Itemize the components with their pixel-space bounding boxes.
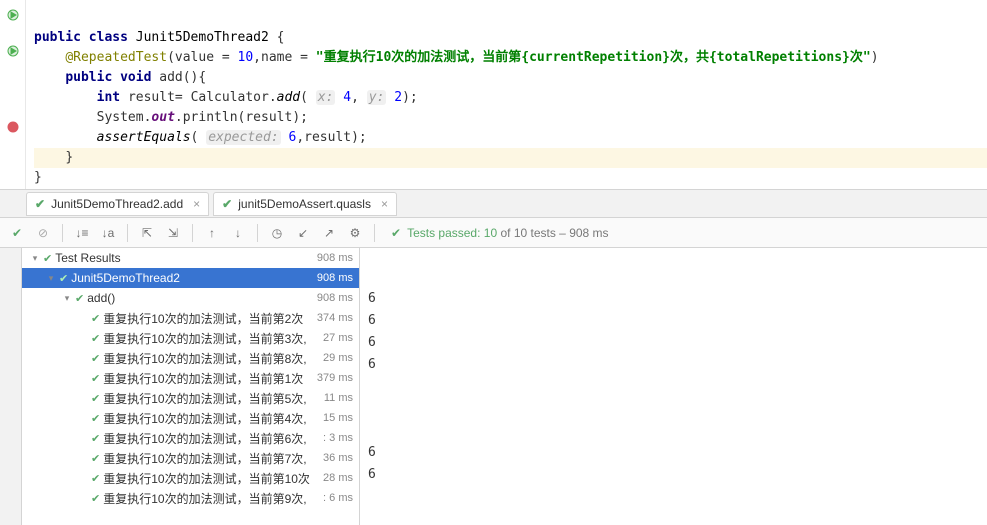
tree-test-item[interactable]: ✔重复执行10次的加法测试，当前第7次,36 ms <box>22 448 359 468</box>
next-button[interactable]: ↓ <box>227 222 249 244</box>
tree-test-item[interactable]: ✔重复执行10次的加法测试，当前第1次379 ms <box>22 368 359 388</box>
import-button[interactable]: ↙ <box>292 222 314 244</box>
tree-test-item[interactable]: ✔重复执行10次的加法测试，当前第3次,27 ms <box>22 328 359 348</box>
pass-icon: ✔ <box>91 472 100 485</box>
breakpoint-icon[interactable] <box>6 120 20 134</box>
test-tree[interactable]: ▾ ✔ Test Results 908 ms ▾ ✔ Junit5DemoTh… <box>22 248 360 525</box>
pass-icon: ✔ <box>59 272 68 285</box>
chevron-down-icon[interactable]: ▾ <box>46 273 56 284</box>
pass-icon: ✔ <box>75 292 84 305</box>
show-ignored-button[interactable]: ⊘ <box>32 222 54 244</box>
pass-icon: ✔ <box>91 492 100 505</box>
pass-icon: ✔ <box>43 252 52 265</box>
run-class-icon[interactable] <box>6 8 20 22</box>
pass-icon: ✔ <box>91 452 100 465</box>
chevron-down-icon[interactable]: ▾ <box>30 253 40 264</box>
tab-label: junit5DemoAssert.quasls <box>238 197 371 211</box>
tool-window-handle[interactable] <box>0 248 22 525</box>
console-output[interactable]: 666666 <box>360 248 987 525</box>
pass-icon: ✔ <box>222 197 232 211</box>
settings-button[interactable]: ⚙ <box>344 222 366 244</box>
pass-icon: ✔ <box>35 197 45 211</box>
run-test-icon[interactable] <box>6 44 20 58</box>
tab-label: Junit5DemoThread2.add <box>51 197 183 211</box>
tree-test-item[interactable]: ✔重复执行10次的加法测试，当前第8次,29 ms <box>22 348 359 368</box>
pass-icon: ✔ <box>91 432 100 445</box>
pass-icon: ✔ <box>91 392 100 405</box>
code-area[interactable]: public class Junit5DemoThread2 { @Repeat… <box>0 0 987 196</box>
history-button[interactable]: ◷ <box>266 222 288 244</box>
pass-icon: ✔ <box>91 332 100 345</box>
test-status: ✔ Tests passed: 10 of 10 tests – 908 ms <box>391 226 609 240</box>
export-button[interactable]: ↗ <box>318 222 340 244</box>
chevron-down-icon[interactable]: ▾ <box>62 293 72 304</box>
tree-class[interactable]: ▾ ✔ Junit5DemoThread2 908 ms <box>22 268 359 288</box>
pass-icon: ✔ <box>391 226 401 240</box>
close-icon[interactable]: × <box>193 197 200 211</box>
tree-test-item[interactable]: ✔重复执行10次的加法测试，当前第4次,15 ms <box>22 408 359 428</box>
tree-test-item[interactable]: ✔重复执行10次的加法测试，当前第10次28 ms <box>22 468 359 488</box>
tree-test-item[interactable]: ✔重复执行10次的加法测试，当前第9次,: 6 ms <box>22 488 359 508</box>
show-passed-button[interactable]: ✔ <box>6 222 28 244</box>
tree-method[interactable]: ▾ ✔ add() 908 ms <box>22 288 359 308</box>
test-toolbar: ✔ ⊘ ↓≡ ↓a ⇱ ⇲ ↑ ↓ ◷ ↙ ↗ ⚙ ✔ Tests passed… <box>0 218 987 248</box>
sort-alpha-button[interactable]: ↓a <box>97 222 119 244</box>
expand-all-button[interactable]: ⇱ <box>136 222 158 244</box>
tree-test-item[interactable]: ✔重复执行10次的加法测试，当前第6次,: 3 ms <box>22 428 359 448</box>
pass-icon: ✔ <box>91 372 100 385</box>
prev-button[interactable]: ↑ <box>201 222 223 244</box>
pass-icon: ✔ <box>91 312 100 325</box>
editor-gutter <box>0 0 26 189</box>
pass-icon: ✔ <box>91 412 100 425</box>
sort-button[interactable]: ↓≡ <box>71 222 93 244</box>
tree-test-item[interactable]: ✔重复执行10次的加法测试，当前第2次374 ms <box>22 308 359 328</box>
tree-test-item[interactable]: ✔重复执行10次的加法测试，当前第5次,11 ms <box>22 388 359 408</box>
code-editor[interactable]: public class Junit5DemoThread2 { @Repeat… <box>0 0 987 190</box>
pass-icon: ✔ <box>91 352 100 365</box>
tree-root[interactable]: ▾ ✔ Test Results 908 ms <box>22 248 359 268</box>
collapse-all-button[interactable]: ⇲ <box>162 222 184 244</box>
close-icon[interactable]: × <box>381 197 388 211</box>
